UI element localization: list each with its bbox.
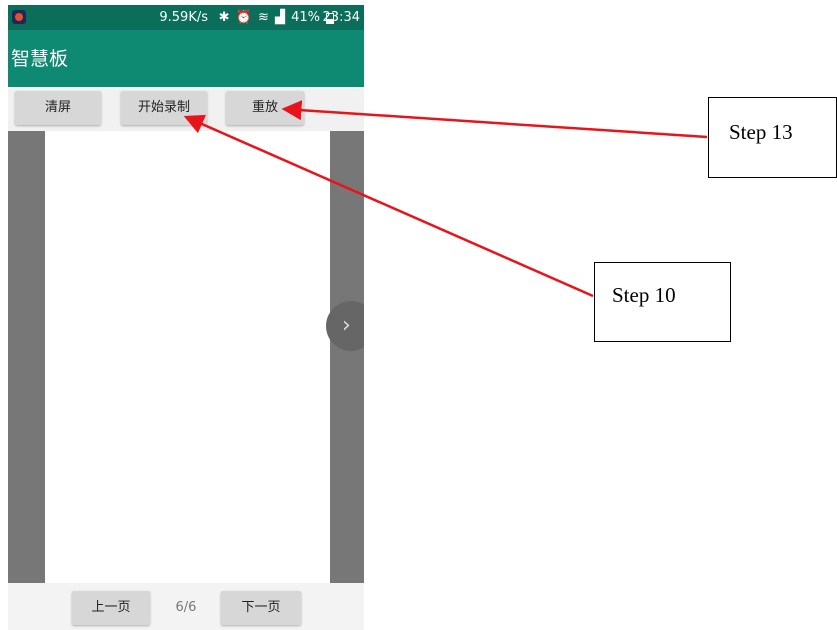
step10-arrow	[183, 114, 594, 298]
step13-callout: Step 13	[708, 97, 837, 178]
step13-arrow	[281, 100, 708, 139]
step10-callout: Step 10	[594, 262, 731, 342]
